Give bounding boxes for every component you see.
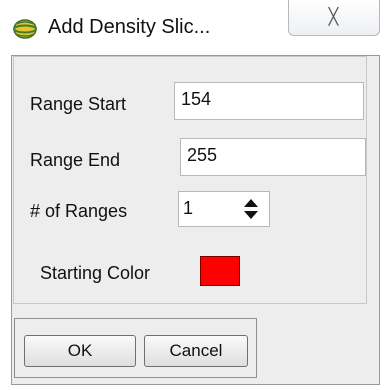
num-ranges-label: # of Ranges bbox=[30, 201, 128, 221]
title-bar: Add Density Slic... ╳ bbox=[0, 0, 384, 54]
starting-color-label: Starting Color bbox=[40, 263, 151, 283]
cancel-button[interactable]: Cancel bbox=[144, 335, 248, 367]
range-end-input[interactable]: 255 bbox=[180, 138, 366, 176]
window-title: Add Density Slic... bbox=[48, 16, 211, 38]
num-ranges-value: 1 bbox=[183, 198, 194, 218]
range-start-label: Range Start bbox=[30, 94, 127, 114]
starting-color-swatch[interactable] bbox=[200, 256, 240, 286]
ok-button[interactable]: OK bbox=[24, 335, 136, 367]
num-ranges-stepper[interactable]: 1 bbox=[178, 191, 270, 227]
globe-icon bbox=[13, 19, 37, 39]
close-button[interactable]: ╳ bbox=[288, 0, 380, 36]
close-icon: ╳ bbox=[328, 8, 340, 26]
range-start-input[interactable]: 154 bbox=[174, 82, 364, 120]
range-end-label: Range End bbox=[30, 150, 121, 170]
spin-arrows-icon[interactable] bbox=[243, 198, 259, 220]
